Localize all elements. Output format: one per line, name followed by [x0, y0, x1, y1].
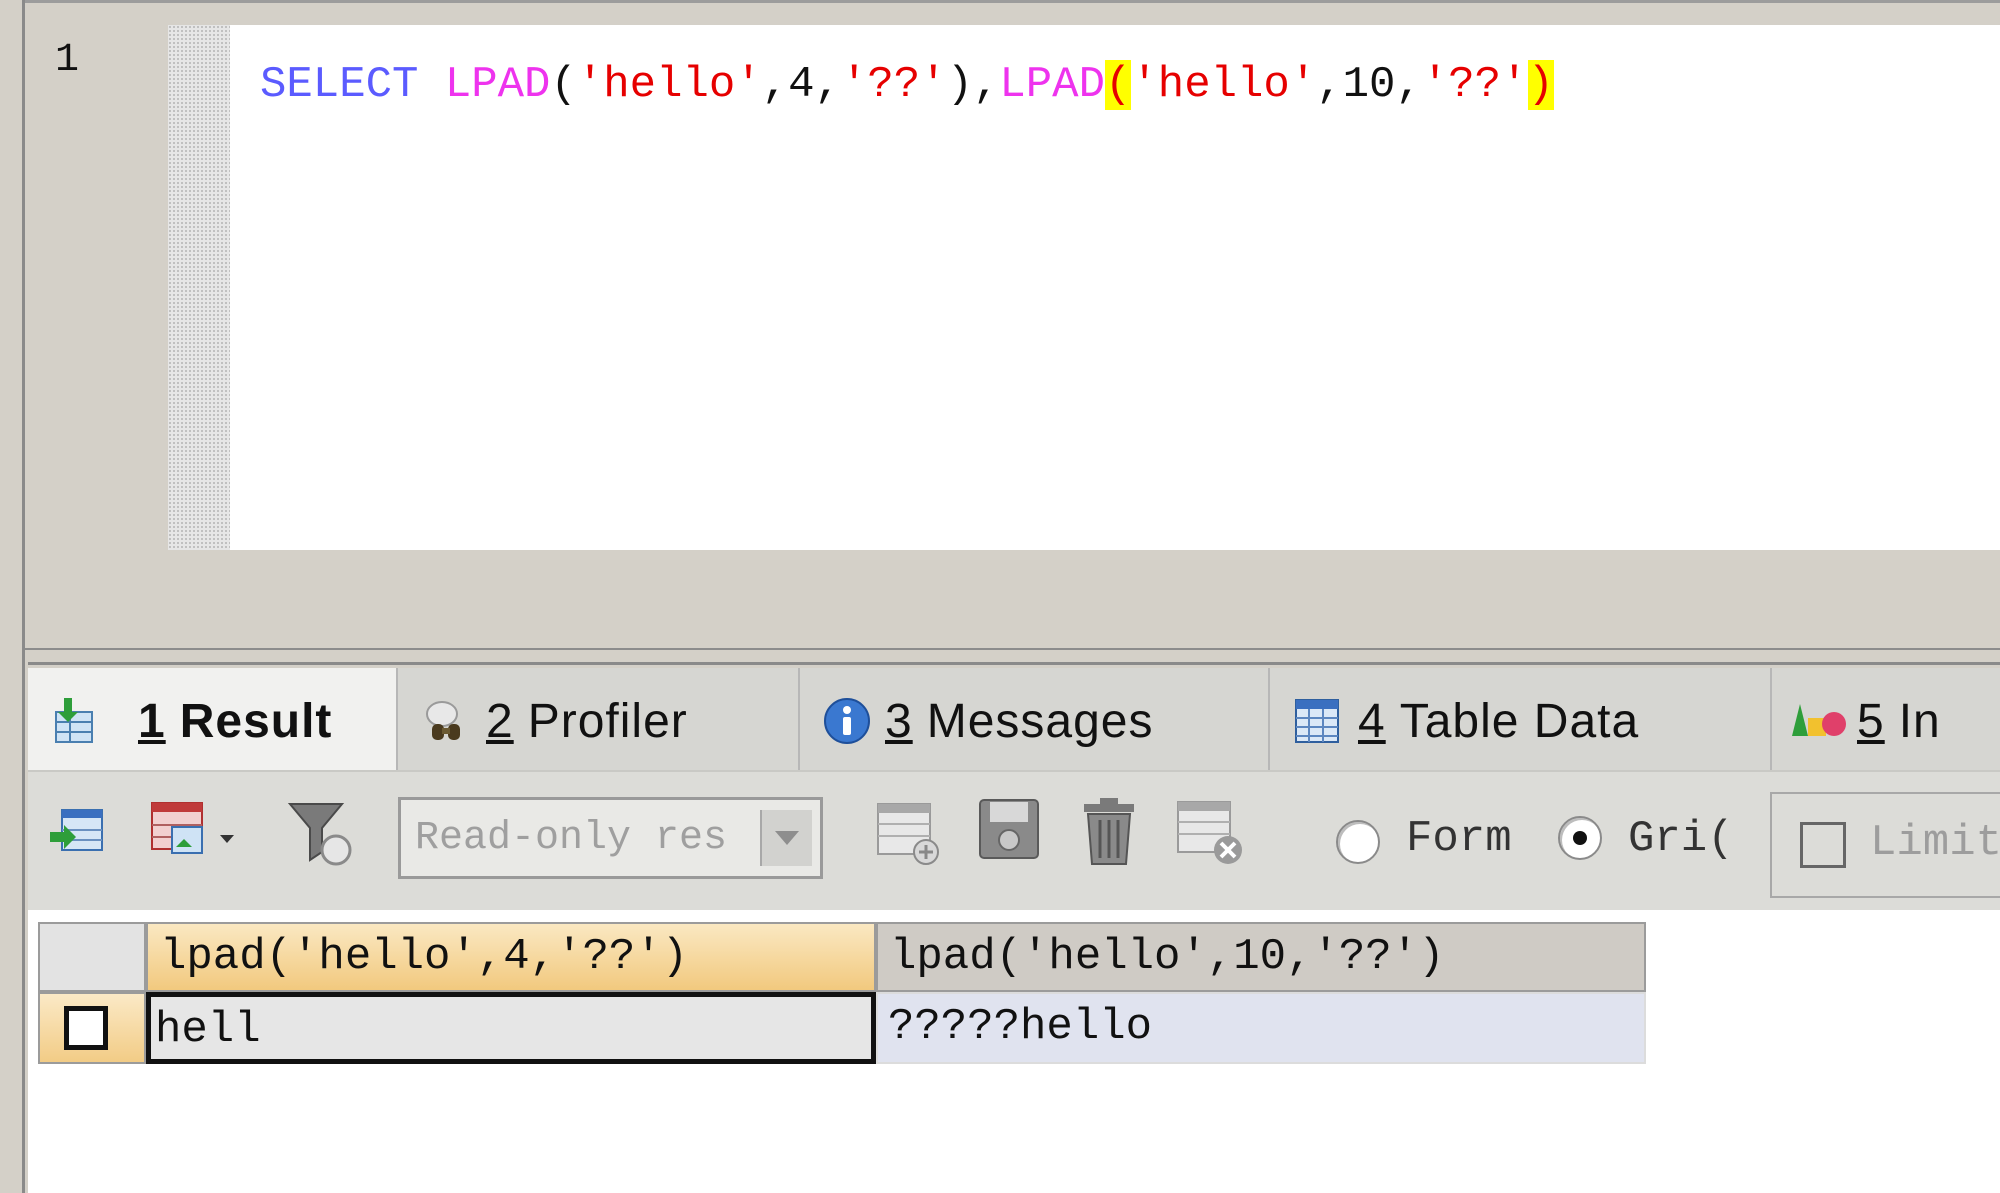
column-header[interactable]: lpad('hello',10,'??'): [876, 922, 1646, 992]
function-lpad-1: LPAD: [444, 60, 551, 110]
comma: ,: [972, 60, 1000, 110]
tab-label: 4 Table Data: [1358, 695, 1640, 748]
keyword-select: SELECT: [260, 60, 419, 110]
tab-messages[interactable]: 3 Messages: [800, 668, 1270, 772]
string-literal: '??': [1421, 60, 1528, 110]
function-lpad-2: LPAD: [999, 60, 1105, 110]
comma: ,: [1395, 60, 1422, 110]
chevron-down-icon[interactable]: [760, 810, 812, 866]
highlighted-paren-close: ): [1527, 60, 1554, 110]
comma: ,: [1316, 60, 1343, 110]
query-editor-pane: 1 SELECT LPAD('hello',4,'??'),LPAD('hell…: [25, 0, 2000, 650]
string-literal: 'hello': [1131, 60, 1317, 110]
form-view-label: Form: [1406, 814, 1512, 864]
tab-result[interactable]: 1 Result: [28, 668, 398, 772]
editor-gutter: [168, 25, 230, 550]
line-number: 1: [55, 38, 80, 83]
cell-value[interactable]: ?????hello: [876, 992, 1646, 1064]
grid-view-radio[interactable]: [1558, 816, 1602, 860]
code-line-1[interactable]: SELECT LPAD('hello',4,'??'),LPAD('hello'…: [260, 57, 1554, 113]
column-header[interactable]: lpad('hello',4,'??'): [146, 922, 876, 992]
row-checkbox[interactable]: [64, 1006, 108, 1050]
tab-profiler[interactable]: 2 Profiler: [398, 668, 800, 772]
tab-info[interactable]: 5 In: [1772, 668, 2000, 772]
editor-top-border: [25, 0, 2000, 3]
result-icon: [55, 698, 93, 743]
number-literal: 4: [788, 60, 815, 110]
export-dropdown-icon[interactable]: [148, 797, 240, 867]
shapes-icon: [1792, 704, 1846, 736]
tab-label: 5 In: [1857, 695, 1941, 748]
result-tabs: 1 Result 2 Profiler 3 Messages 4 Table Data: [28, 662, 2000, 773]
highlighted-paren-open: (: [1105, 60, 1132, 110]
paren-open: (: [550, 60, 577, 110]
comma: ,: [814, 60, 841, 110]
comma: ,: [761, 60, 789, 110]
export-icon[interactable]: [48, 802, 108, 862]
grid-view-label: Gri(: [1628, 814, 1734, 864]
result-toolbar: Read-only res Form Gri( Limit: [28, 770, 2000, 912]
tab-label: 3 Messages: [885, 695, 1154, 748]
profiler-icon: [426, 701, 460, 740]
cancel-changes-icon[interactable]: [1174, 798, 1248, 870]
limit-rows-checkbox[interactable]: [1800, 822, 1846, 868]
table-icon: [1295, 699, 1339, 743]
results-grid-area: lpad('hello',4,'??') lpad('hello',10,'??…: [28, 910, 2000, 1193]
left-panel-edge: [0, 0, 25, 1193]
delete-icon[interactable]: [1078, 796, 1140, 868]
limit-rows-group: Limit: [1770, 792, 2000, 898]
row-selector[interactable]: [38, 992, 146, 1064]
cell-value[interactable]: hell: [146, 992, 876, 1064]
number-literal: 10: [1342, 60, 1396, 110]
code-editor[interactable]: SELECT LPAD('hello',4,'??'),LPAD('hello'…: [168, 25, 2000, 550]
paren-close: ): [946, 60, 973, 110]
readonly-select-value: Read-only res: [415, 816, 728, 861]
tab-table-data[interactable]: 4 Table Data: [1270, 668, 1772, 772]
form-view-radio[interactable]: [1336, 820, 1380, 864]
readonly-result-select[interactable]: Read-only res: [398, 797, 823, 879]
add-row-icon[interactable]: [874, 800, 946, 870]
info-icon: [824, 698, 870, 744]
save-icon[interactable]: [976, 796, 1042, 862]
filter-icon[interactable]: [286, 800, 358, 870]
string-literal: '??': [840, 60, 947, 110]
limit-rows-label: Limit: [1870, 818, 2000, 868]
tab-label: 2 Profiler: [486, 695, 688, 748]
row-header-corner: [38, 922, 146, 992]
string-literal: 'hello': [576, 60, 762, 110]
tab-label: 1 Result: [138, 695, 333, 748]
